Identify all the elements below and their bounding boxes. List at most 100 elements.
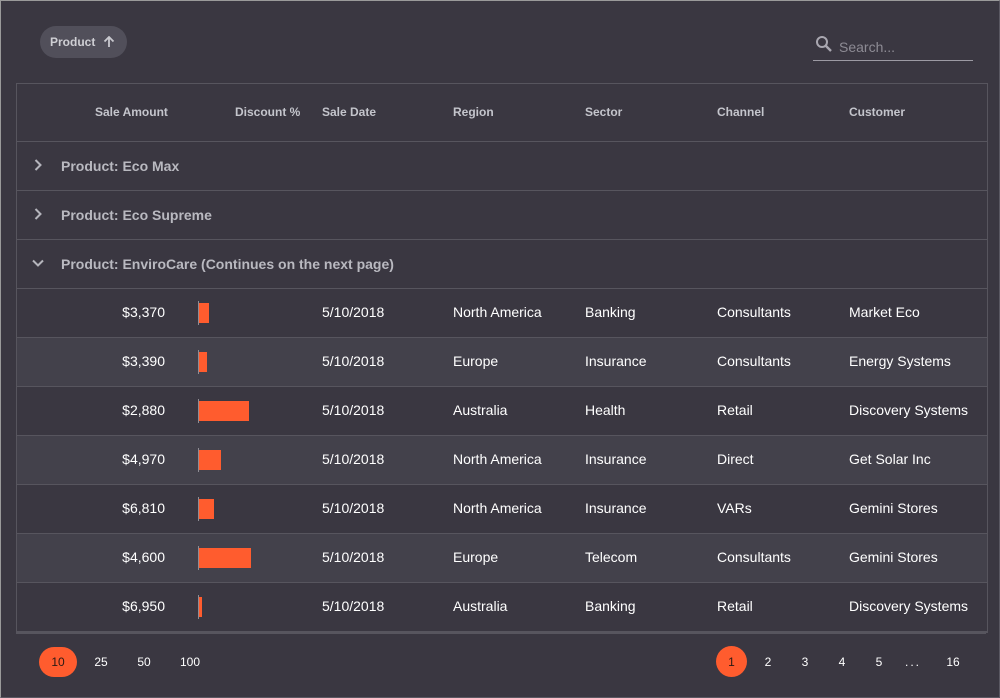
- sale-amount-cell: $6,810: [122, 500, 165, 516]
- discount-bar: [199, 450, 221, 470]
- column-header-sale-amount[interactable]: Sale Amount: [95, 105, 168, 119]
- page-ellipsis[interactable]: ...: [898, 647, 928, 677]
- grid-app-window: Product Sale Amount Discount % Sale Date…: [0, 0, 1000, 698]
- search-icon: [813, 35, 833, 58]
- page-4-button[interactable]: 4: [827, 647, 857, 677]
- customer-cell: Discovery Systems: [849, 402, 969, 418]
- group-label: Product: Eco Max: [61, 158, 180, 174]
- group-row-envirocare[interactable]: Product: EnviroCare (Continues on the ne…: [17, 240, 987, 289]
- channel-cell: Consultants: [717, 304, 791, 320]
- sale-date-cell: 5/10/2018: [322, 304, 385, 320]
- sector-cell: Insurance: [585, 451, 647, 467]
- table-row[interactable]: $2,880 5/10/2018 Australia Health Retail Disc…: [17, 387, 987, 436]
- region-cell: North America: [453, 304, 542, 320]
- customer-cell: Energy Systems: [849, 353, 951, 369]
- customer-cell: Market Eco: [849, 304, 920, 320]
- arrow-up-icon[interactable]: [103, 36, 115, 48]
- group-label: Product: Eco Supreme: [61, 207, 212, 223]
- discount-cell: [198, 301, 308, 325]
- column-header-customer[interactable]: Customer: [849, 105, 905, 119]
- page-size-10[interactable]: 10: [39, 647, 77, 677]
- page-2-button[interactable]: 2: [753, 647, 783, 677]
- channel-cell: VARs: [717, 500, 752, 516]
- channel-cell: Consultants: [717, 353, 791, 369]
- discount-bar: [199, 303, 209, 323]
- discount-bar: [199, 401, 249, 421]
- column-header-row: Sale Amount Discount % Sale Date Region …: [17, 84, 987, 142]
- group-label: Product: EnviroCare (Continues on the ne…: [61, 256, 394, 272]
- table-row[interactable]: $4,970 5/10/2018 North America Insurance Dir…: [17, 436, 987, 485]
- customer-cell: Discovery Systems: [849, 598, 969, 614]
- page-size-50[interactable]: 50: [129, 647, 159, 677]
- column-header-channel[interactable]: Channel: [717, 105, 764, 119]
- sale-date-cell: 5/10/2018: [322, 549, 385, 565]
- customer-cell: Gemini Stores: [849, 500, 938, 516]
- discount-bar: [199, 352, 207, 372]
- group-by-product-chip[interactable]: Product: [40, 26, 128, 58]
- sale-amount-cell: $3,370: [122, 304, 165, 320]
- data-grid: Sale Amount Discount % Sale Date Region …: [16, 83, 988, 633]
- column-header-region[interactable]: Region: [453, 105, 494, 119]
- discount-cell: [198, 546, 308, 570]
- group-row-eco-supreme[interactable]: Product: Eco Supreme: [17, 191, 987, 240]
- page-size-100[interactable]: 100: [175, 647, 205, 677]
- sector-cell: Telecom: [585, 549, 638, 565]
- page-size-25[interactable]: 25: [86, 647, 116, 677]
- customer-cell: Gemini Stores: [849, 549, 938, 565]
- region-cell: North America: [453, 451, 542, 467]
- grid-footer-divider: [16, 633, 986, 634]
- channel-cell: Consultants: [717, 549, 791, 565]
- chevron-down-icon[interactable]: [31, 256, 45, 275]
- page-3-button[interactable]: 3: [790, 647, 820, 677]
- sector-cell: Banking: [585, 598, 636, 614]
- sale-amount-cell: $3,390: [122, 353, 165, 369]
- region-cell: Europe: [453, 353, 499, 369]
- sale-amount-cell: $6,950: [122, 598, 165, 614]
- table-row[interactable]: $6,950 5/10/2018 Australia Banking Retail Dis…: [17, 583, 987, 632]
- sector-cell: Banking: [585, 304, 636, 320]
- discount-cell: [198, 350, 308, 374]
- discount-cell: [198, 399, 308, 423]
- search-box: [813, 33, 973, 61]
- sale-amount-cell: $4,600: [122, 549, 165, 565]
- column-header-sector[interactable]: Sector: [585, 105, 622, 119]
- group-row-eco-max[interactable]: Product: Eco Max: [17, 142, 987, 191]
- page-1-button[interactable]: 1: [716, 646, 747, 677]
- region-cell: Europe: [453, 549, 499, 565]
- region-cell: Australia: [453, 402, 508, 418]
- region-cell: Australia: [453, 598, 508, 614]
- discount-bar: [199, 499, 214, 519]
- page-16-button[interactable]: 16: [938, 647, 968, 677]
- chevron-right-icon[interactable]: [31, 207, 45, 226]
- sale-amount-cell: $4,970: [122, 451, 165, 467]
- region-cell: North America: [453, 500, 542, 516]
- discount-cell: [198, 497, 308, 521]
- discount-bar: [199, 597, 202, 617]
- sector-cell: Insurance: [585, 500, 647, 516]
- sale-date-cell: 5/10/2018: [322, 598, 385, 614]
- data-rows: $3,370 5/10/2018 North America Banking Consu…: [17, 289, 987, 632]
- discount-bar: [199, 548, 251, 568]
- channel-cell: Retail: [717, 598, 753, 614]
- sector-cell: Health: [585, 402, 626, 418]
- page-5-button[interactable]: 5: [864, 647, 894, 677]
- column-header-sale-date[interactable]: Sale Date: [322, 105, 376, 119]
- chevron-right-icon[interactable]: [31, 158, 45, 177]
- discount-cell: [198, 595, 308, 619]
- sale-date-cell: 5/10/2018: [322, 402, 385, 418]
- table-row[interactable]: $6,810 5/10/2018 North America Insurance VAR…: [17, 485, 987, 534]
- table-row[interactable]: $3,370 5/10/2018 North America Banking Consu…: [17, 289, 987, 338]
- sector-cell: Insurance: [585, 353, 647, 369]
- group-chip-label: Product: [50, 35, 96, 49]
- discount-cell: [198, 448, 308, 472]
- table-row[interactable]: $3,390 5/10/2018 Europe Insurance Consultant…: [17, 338, 987, 387]
- sale-date-cell: 5/10/2018: [322, 353, 385, 369]
- table-row[interactable]: $4,600 5/10/2018 Europe Telecom Consultants G…: [17, 534, 987, 583]
- sale-amount-cell: $2,880: [122, 402, 165, 418]
- sale-date-cell: 5/10/2018: [322, 500, 385, 516]
- channel-cell: Direct: [717, 451, 754, 467]
- search-input[interactable]: [837, 37, 971, 56]
- customer-cell: Get Solar Inc: [849, 451, 931, 467]
- sale-date-cell: 5/10/2018: [322, 451, 385, 467]
- column-header-discount[interactable]: Discount %: [235, 105, 300, 119]
